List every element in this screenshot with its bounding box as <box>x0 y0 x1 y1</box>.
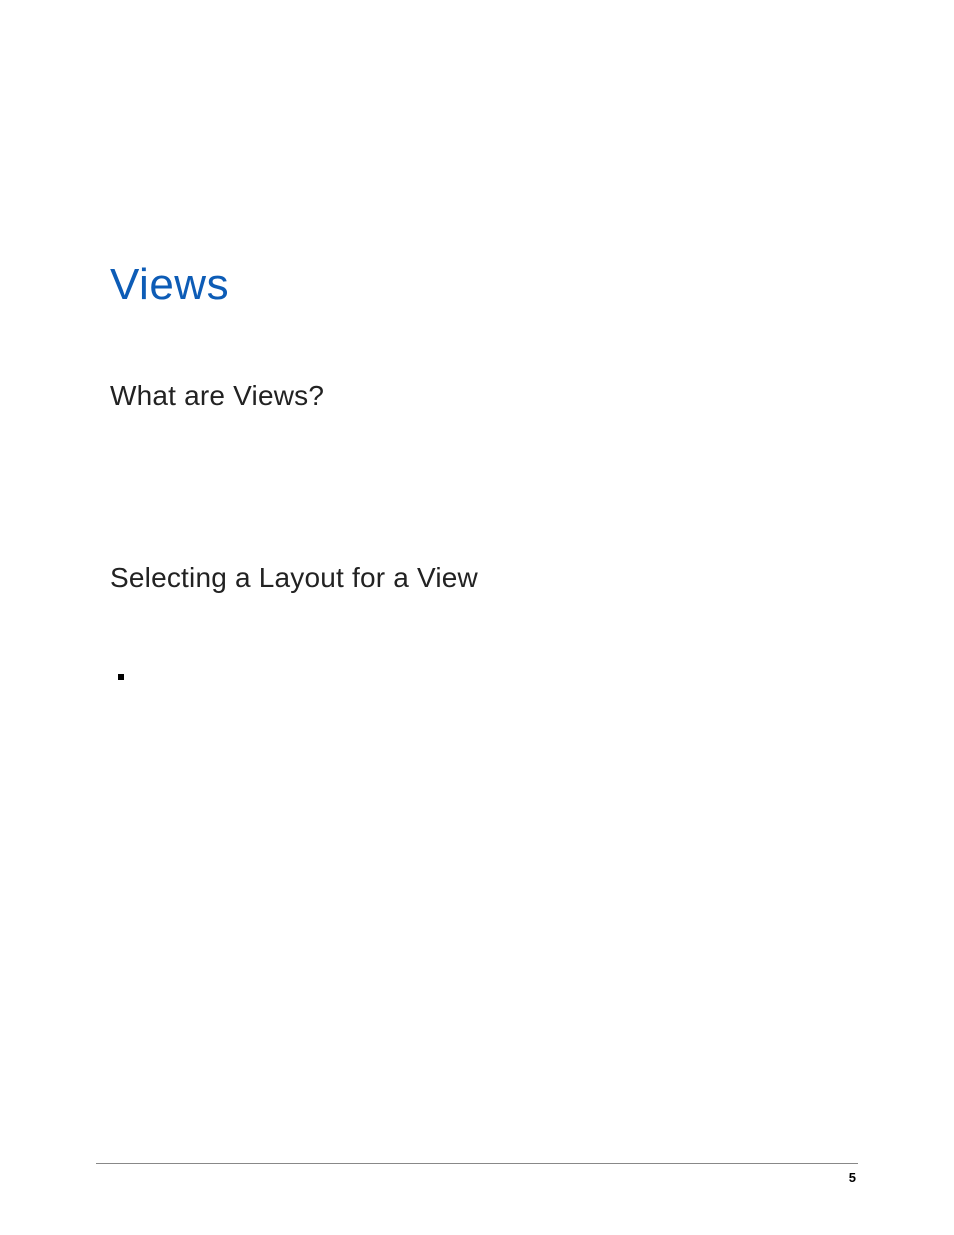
bullet-icon <box>118 674 124 680</box>
page-number: 5 <box>849 1170 858 1185</box>
document-page: Views What are Views? Selecting a Layout… <box>0 0 954 680</box>
chapter-title: Views <box>110 260 844 310</box>
section-heading-what-are-views: What are Views? <box>110 380 844 412</box>
page-footer: 5 <box>96 1163 858 1185</box>
section-heading-selecting-layout: Selecting a Layout for a View <box>110 562 844 594</box>
